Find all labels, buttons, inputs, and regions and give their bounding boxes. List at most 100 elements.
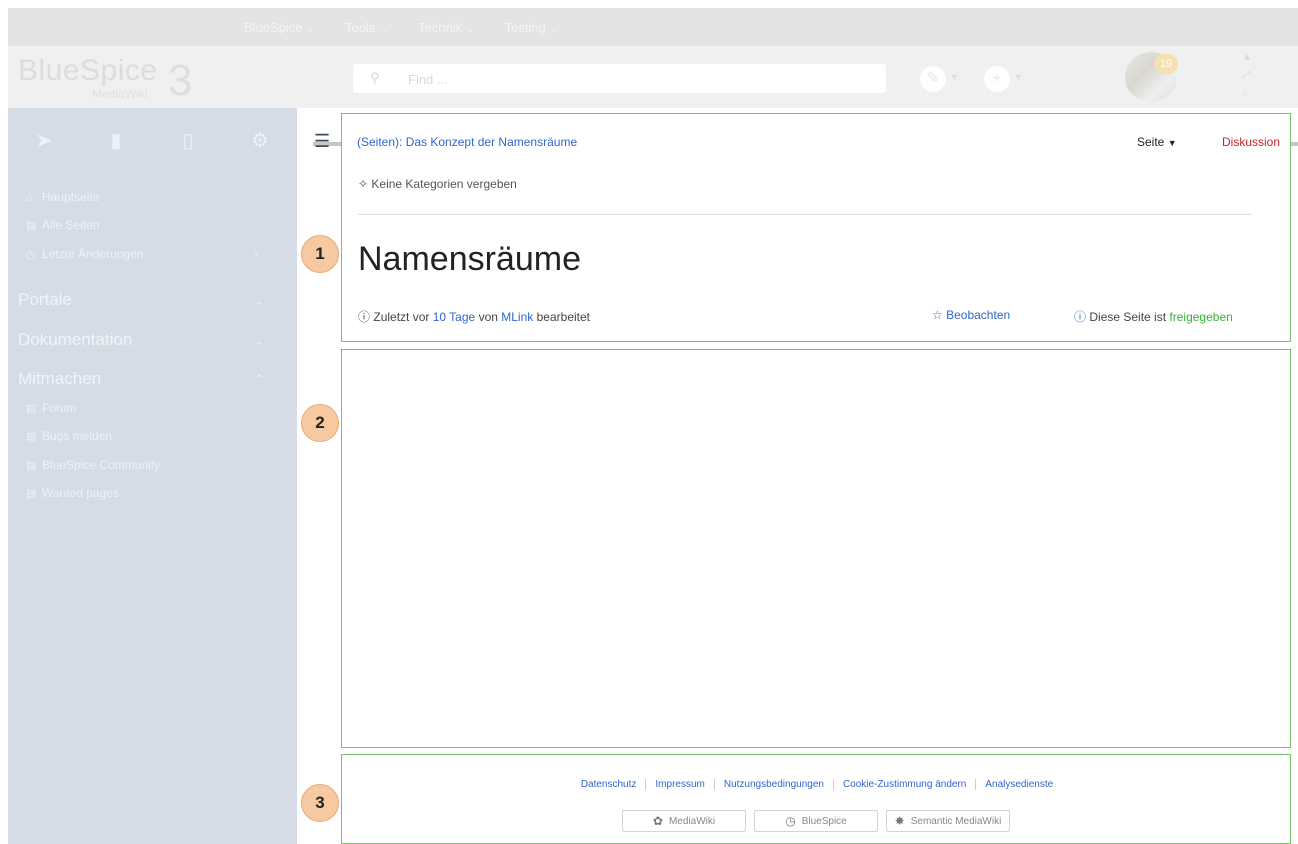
chevron-down-icon[interactable]: ⌄	[254, 334, 264, 348]
chevron-down-icon[interactable]: ▼	[950, 72, 959, 82]
tab-page-label: Seite	[1137, 135, 1165, 149]
tab-page[interactable]: Seite ▼	[1137, 135, 1177, 149]
clock-icon: ◷	[26, 249, 36, 261]
top-nav-menu: BlueSpice ⌄ Tools ⌄ Technik ⌄ Testing ⌄	[244, 8, 558, 46]
sidebar-item-label: Alle Seiten	[42, 218, 100, 232]
approval-status-link[interactable]: freigegeben	[1169, 310, 1232, 324]
page-meta: ⓘ Zuletzt vor 10 Tage von MLink bearbeit…	[358, 308, 590, 325]
semantic-mediawiki-badge[interactable]: ✸ Semantic MediaWiki	[886, 810, 1010, 832]
caret-down-icon: ▼	[1167, 138, 1177, 148]
top-nav-item-testing[interactable]: Testing ⌄	[505, 20, 559, 35]
footer-link-nutzungsbedingungen[interactable]: Nutzungsbedingungen	[713, 779, 833, 790]
page-icon: ▤	[26, 220, 37, 232]
footer-links: Datenschutz Impressum Nutzungsbedingunge…	[342, 779, 1292, 790]
breadcrumb-link[interactable]: Das Konzept der Namensräume	[406, 135, 577, 149]
star-icon: ☆	[932, 308, 943, 322]
callout-1: 1	[301, 235, 339, 273]
semantic-mediawiki-icon: ✸	[894, 814, 905, 828]
sidebar-item-bugs-melden[interactable]: ▤ Bugs melden	[26, 429, 112, 443]
sidebar-item-forum[interactable]: ▤ Forum	[26, 401, 77, 415]
collapse-up-icon[interactable]: ▲	[1242, 52, 1252, 63]
sidebar-item-label: Letzte Änderungen	[42, 247, 144, 261]
categories: ✧ Keine Kategorien vergeben	[358, 177, 517, 191]
sidebar-tabs: ➤ ▮ ▯ ⚙	[8, 128, 297, 153]
search-box: ⚲	[353, 64, 886, 93]
info-icon: ⓘ	[358, 310, 371, 324]
sidebar-item-alle-seiten[interactable]: ▤ Alle Seiten	[26, 218, 99, 232]
language-flag-icon[interactable]: ⚐	[1242, 90, 1249, 99]
sidebar-item-label: Hauptseite	[42, 190, 100, 204]
footer-link-analysedienste[interactable]: Analysedienste	[975, 779, 1062, 790]
mediawiki-badge[interactable]: ✿ MediaWiki	[622, 810, 746, 832]
top-nav-item-tools[interactable]: Tools ⌄	[345, 20, 388, 35]
fullscreen-icon[interactable]: ⤢	[1242, 70, 1250, 81]
page-title: Namensräume	[358, 240, 581, 278]
search-input[interactable]	[408, 69, 808, 89]
page-content-region	[341, 349, 1291, 748]
breadcrumb: (Seiten): Das Konzept der Namensräume	[357, 135, 577, 149]
chevron-down-icon[interactable]: ▼	[1014, 72, 1023, 82]
hamburger-menu-icon[interactable]: ☰	[314, 131, 330, 152]
sidebar-item-label: Forum	[42, 401, 77, 415]
sidebar-item-label: Bugs melden	[42, 429, 113, 443]
top-nav-item-technik[interactable]: Technik ⌄	[418, 20, 475, 35]
breadcrumb-prefix[interactable]: (Seiten):	[357, 135, 402, 149]
top-nav-label: BlueSpice	[244, 19, 303, 35]
divider	[358, 214, 1252, 215]
logo[interactable]: BlueSpice MediaWiki 3	[18, 54, 208, 105]
footer-link-cookie[interactable]: Cookie-Zustimmung ändern	[832, 779, 975, 790]
search-icon: ⚲	[370, 70, 380, 85]
sidebar-item-bluespice-community[interactable]: ▤ BlueSpice Community	[26, 458, 160, 472]
chevron-down-icon: ⌄	[307, 23, 316, 34]
sidebar-section-dokumentation[interactable]: Dokumentation	[18, 330, 132, 350]
page-header-region: (Seiten): Das Konzept der Namensräume Se…	[341, 113, 1291, 342]
chevron-down-icon: ⌄	[550, 23, 559, 34]
book-icon[interactable]: ▮	[80, 128, 152, 153]
meta-suffix: bearbeitet	[536, 310, 590, 324]
chevron-right-icon[interactable]: ›	[254, 247, 258, 261]
categories-text: Keine Kategorien vergeben	[371, 177, 517, 191]
page: BlueSpice ⌄ Tools ⌄ Technik ⌄ Testing ⌄ Blue…	[0, 0, 1298, 844]
mediawiki-icon: ✿	[652, 814, 663, 828]
approval-icon: ⓘ	[1074, 310, 1087, 324]
meta-user-link[interactable]: MLink	[501, 310, 533, 324]
footer-link-impressum[interactable]: Impressum	[645, 779, 713, 790]
logo-version: 3	[168, 56, 193, 105]
page-icon: ▤	[26, 460, 37, 472]
app-frame: BlueSpice ⌄ Tools ⌄ Technik ⌄ Testing ⌄ Blue…	[8, 8, 1298, 844]
callout-2: 2	[301, 404, 339, 442]
sidebar-section-mitmachen[interactable]: Mitmachen	[18, 369, 101, 389]
badge-label: Semantic MediaWiki	[910, 815, 1002, 827]
top-nav-label: Technik	[418, 19, 463, 35]
sidebar-item-hauptseite[interactable]: ⌂ Hauptseite	[26, 190, 99, 204]
top-nav-label: Tools	[345, 19, 376, 35]
page-icon: ▤	[26, 488, 37, 500]
chevron-down-icon: ⌄	[467, 23, 475, 34]
edit-icon[interactable]: ✎	[920, 66, 946, 92]
sidebar-section-portale[interactable]: Portale	[18, 290, 72, 310]
footer-link-datenschutz[interactable]: Datenschutz	[572, 779, 646, 790]
approval-prefix: Diese Seite ist	[1089, 310, 1167, 324]
watch-button[interactable]: ☆ Beobachten	[932, 308, 1010, 322]
chevron-down-icon[interactable]: ⌄	[254, 294, 264, 308]
top-nav-item-bluespice[interactable]: BlueSpice ⌄	[244, 20, 315, 35]
gear-icon[interactable]: ⚙	[224, 128, 296, 153]
bluespice-badge[interactable]: ◷ BlueSpice	[754, 810, 878, 832]
sidebar-item-letzte-aenderungen[interactable]: ◷ Letzte Änderungen	[26, 247, 143, 261]
page-icon: ▤	[26, 431, 37, 443]
footer-badges: ✿ MediaWiki ◷ BlueSpice ✸ Semantic MediaWik…	[622, 810, 1010, 832]
navigation-icon[interactable]: ➤	[8, 128, 80, 153]
bluespice-icon: ◷	[785, 814, 796, 828]
logo-subtitle: MediaWiki	[92, 87, 148, 101]
callout-3: 3	[301, 784, 339, 822]
chevron-down-icon: ⌄	[380, 23, 388, 34]
chevron-up-icon[interactable]: ⌃	[254, 372, 264, 386]
meta-time-link[interactable]: 10 Tage	[433, 310, 476, 324]
home-icon: ⌂	[26, 192, 33, 204]
tab-discussion[interactable]: Diskussion	[1222, 135, 1280, 149]
sidebar-item-wanted-pages[interactable]: ▤ Wanted pages	[26, 486, 119, 500]
notification-badge[interactable]: 19	[1154, 54, 1178, 74]
add-icon[interactable]: +	[984, 66, 1010, 92]
clipboard-icon[interactable]: ▯	[152, 128, 224, 153]
logo-text: BlueSpice	[18, 54, 158, 87]
